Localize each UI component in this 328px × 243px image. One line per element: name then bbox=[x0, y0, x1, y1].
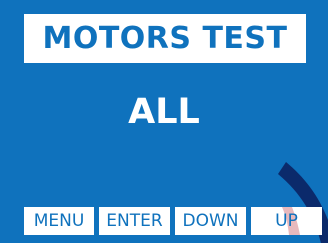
enter-button[interactable]: ENTER bbox=[99, 207, 170, 235]
down-button-label: DOWN bbox=[182, 211, 239, 231]
test-mode-value: ALL bbox=[128, 92, 200, 132]
up-button-label: UP bbox=[275, 211, 298, 231]
down-button[interactable]: DOWN bbox=[175, 207, 246, 235]
title-banner: MOTORS TEST bbox=[24, 14, 306, 63]
menu-button-label: MENU bbox=[33, 211, 85, 231]
up-button[interactable]: UP bbox=[251, 207, 322, 235]
screen-title: MOTORS TEST bbox=[42, 21, 288, 56]
menu-button[interactable]: MENU bbox=[24, 207, 94, 235]
motors-test-screen: MOTORS TEST ALL MENU ENTER DOWN UP bbox=[0, 0, 328, 243]
enter-button-label: ENTER bbox=[106, 211, 163, 231]
